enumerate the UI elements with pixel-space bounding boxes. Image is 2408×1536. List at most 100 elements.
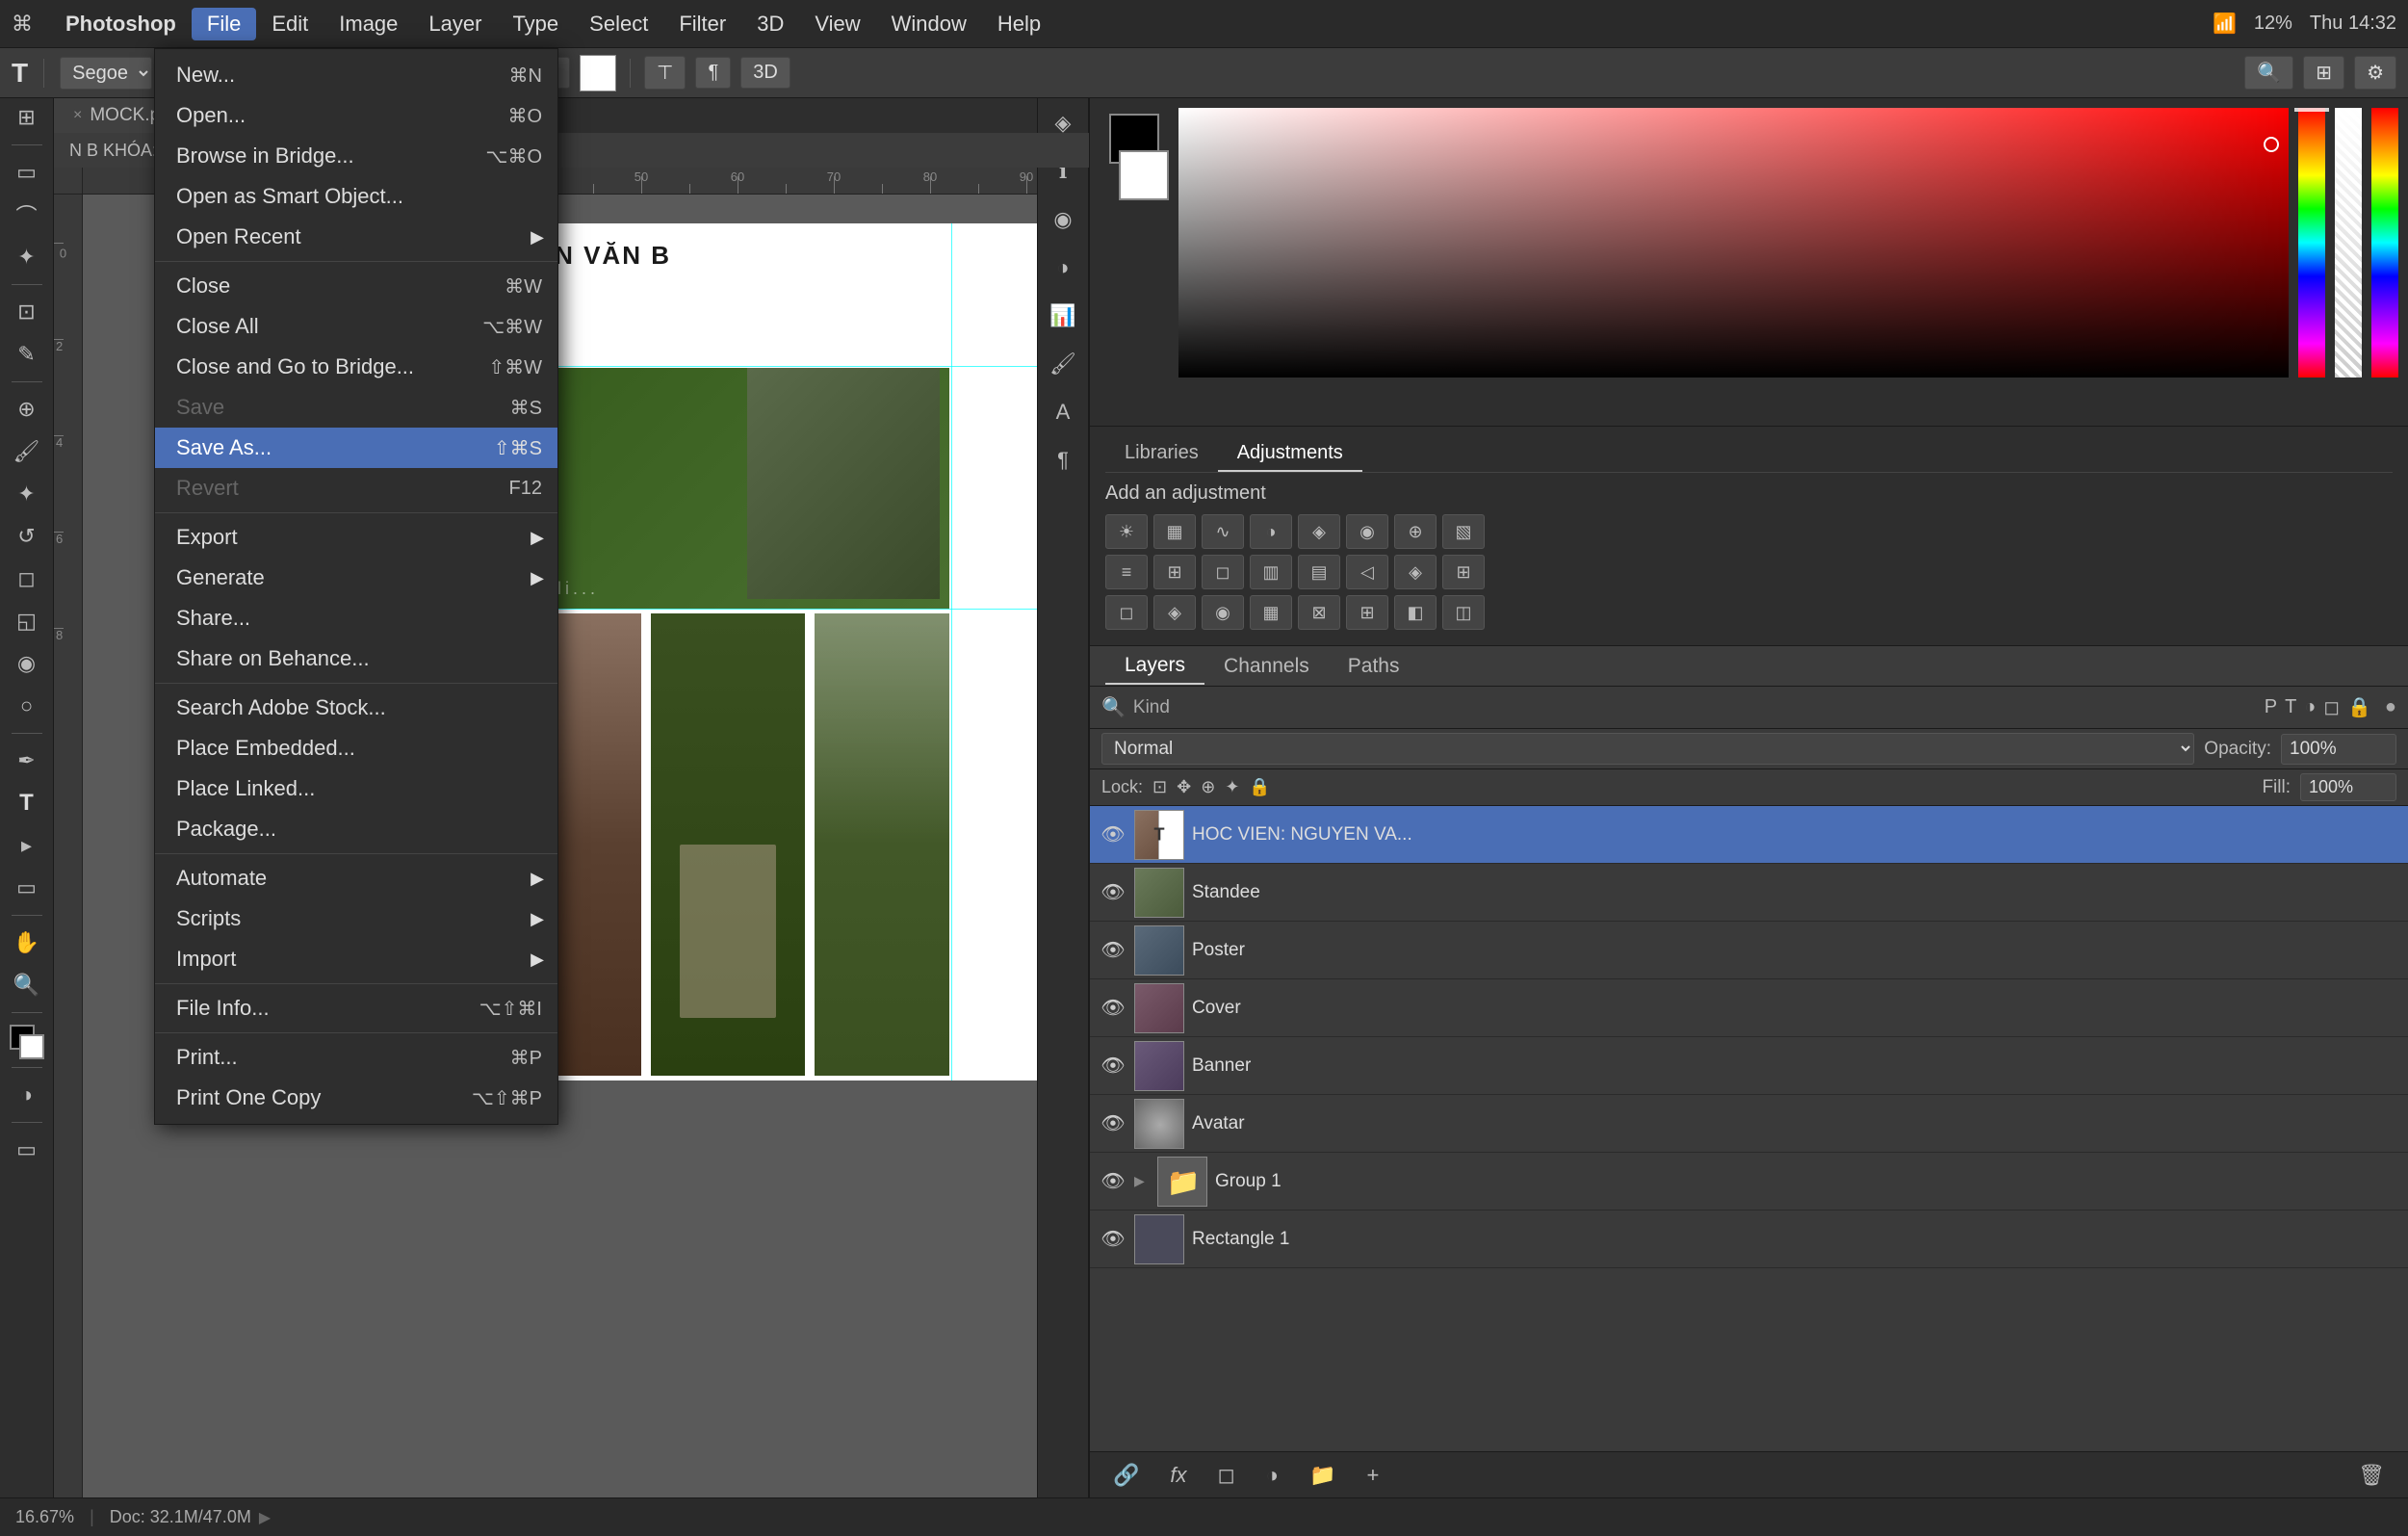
menu-item-view[interactable]: View xyxy=(799,8,875,40)
filter-icon-t[interactable]: T xyxy=(2285,696,2296,718)
brightness-contrast-adj[interactable]: ☀ xyxy=(1105,514,1148,549)
eraser-tool[interactable]: ◻ xyxy=(8,560,46,598)
lock-artboard-icon[interactable]: ⊕ xyxy=(1201,777,1215,797)
menu-open[interactable]: Open... ⌘O xyxy=(155,95,557,136)
layer-visibility-banner[interactable]: 👁 xyxy=(1100,1053,1126,1080)
layer-row-cover[interactable]: 👁 Cover xyxy=(1090,979,2408,1037)
dodge-tool[interactable]: ○ xyxy=(8,687,46,725)
menu-open-smart-object[interactable]: Open as Smart Object... xyxy=(155,176,557,217)
menu-item-layer[interactable]: Layer xyxy=(413,8,497,40)
filter-icon-smart[interactable]: 🔒 xyxy=(2347,695,2371,719)
text-color-swatch[interactable] xyxy=(580,55,616,91)
brush-tool[interactable]: 🖌 xyxy=(8,432,46,471)
pen-tool[interactable]: ✒ xyxy=(8,742,46,780)
menu-item-filter[interactable]: Filter xyxy=(663,8,741,40)
alpha-slider[interactable] xyxy=(2335,108,2362,377)
screen-mode-btn[interactable]: ▭ xyxy=(8,1131,46,1169)
layer-visibility-rectangle1[interactable]: 👁 xyxy=(1100,1226,1126,1253)
para-icon[interactable]: ¶ xyxy=(1044,441,1082,480)
adj3-2[interactable]: ◈ xyxy=(1153,595,1196,630)
menu-item-edit[interactable]: Edit xyxy=(256,8,324,40)
layer-row-poster[interactable]: 👁 Poster xyxy=(1090,922,2408,979)
menu-generate[interactable]: Generate ▶ xyxy=(155,558,557,598)
photo-filter-adj[interactable]: ▧ xyxy=(1442,514,1485,549)
layer-collapse-group1[interactable]: ▶ xyxy=(1134,1173,1150,1189)
adj3-5[interactable]: ⊠ xyxy=(1298,595,1340,630)
layer-row-avatar[interactable]: 👁 Avatar xyxy=(1090,1095,2408,1153)
menu-print[interactable]: Print... ⌘P xyxy=(155,1037,557,1078)
font-family-select[interactable]: Segoe xyxy=(60,57,152,90)
eyedropper-tool[interactable]: ✎ xyxy=(8,335,46,374)
libraries-tab[interactable]: Libraries xyxy=(1105,436,1218,472)
gradient-map-adj[interactable]: ◁ xyxy=(1346,555,1388,589)
background-color[interactable] xyxy=(19,1034,44,1059)
color-spectrum-bar[interactable] xyxy=(2371,108,2398,377)
quick-mask-btn[interactable]: ◑ xyxy=(8,1076,46,1114)
hand-tool[interactable]: ✋ xyxy=(8,924,46,962)
marquee-tool[interactable]: ▭ xyxy=(8,153,46,192)
layer-row-banner[interactable]: 👁 Banner xyxy=(1090,1037,2408,1095)
layer-visibility-standee[interactable]: 👁 xyxy=(1100,879,1126,906)
new-layer-btn[interactable]: + xyxy=(1359,1459,1387,1492)
new-group-btn[interactable]: 📁 xyxy=(1302,1459,1343,1492)
menu-import[interactable]: Import ▶ xyxy=(155,939,557,979)
menu-item-photoshop[interactable]: Photoshop xyxy=(50,8,192,40)
shape-tool[interactable]: ▭ xyxy=(8,869,46,907)
adj-icon[interactable]: ◑ xyxy=(1044,248,1082,287)
color-spectrum-box[interactable] xyxy=(1178,108,2289,377)
adjustments-tab[interactable]: Adjustments xyxy=(1218,436,1362,472)
history-brush-tool[interactable]: ↺ xyxy=(8,517,46,556)
levels-adj[interactable]: ▦ xyxy=(1153,514,1196,549)
healing-brush-tool[interactable]: ⊕ xyxy=(8,390,46,429)
hue-slider[interactable] xyxy=(2298,108,2325,377)
apple-icon[interactable]: ⌘ xyxy=(12,12,33,37)
lock-transparent-icon[interactable]: ⊡ xyxy=(1152,777,1167,797)
background-swatch[interactable] xyxy=(1119,150,1169,200)
brush-icon2[interactable]: 🖌 xyxy=(1044,345,1082,383)
selective-color-adj[interactable]: ◈ xyxy=(1394,555,1437,589)
menu-item-help[interactable]: Help xyxy=(982,8,1056,40)
lasso-tool[interactable]: ⌒ xyxy=(8,195,46,234)
menu-scripts[interactable]: Scripts ▶ xyxy=(155,898,557,939)
layer-visibility-poster[interactable]: 👁 xyxy=(1100,937,1126,964)
menu-save-as[interactable]: Save As... ⇧⌘S xyxy=(155,428,557,468)
menu-item-select[interactable]: Select xyxy=(574,8,663,40)
lock-position-icon[interactable]: ✦ xyxy=(1225,777,1239,797)
char-icon[interactable]: A xyxy=(1044,393,1082,431)
adj3-3[interactable]: ◉ xyxy=(1202,595,1244,630)
menu-item-type[interactable]: Type xyxy=(497,8,574,40)
fill-input[interactable] xyxy=(2300,773,2396,801)
menu-item-file[interactable]: File xyxy=(192,8,256,40)
delete-layer-btn[interactable]: 🗑 xyxy=(2350,1459,2393,1492)
layer-row-standee[interactable]: 👁 Standee xyxy=(1090,864,2408,922)
adj3-6[interactable]: ⊞ xyxy=(1346,595,1388,630)
layer-row-hoc-vien[interactable]: 👁 T HOC VIEN: NGUYEN VA... xyxy=(1090,806,2408,864)
menu-automate[interactable]: Automate ▶ xyxy=(155,858,557,898)
artboard-tool[interactable]: ⊞ xyxy=(8,98,46,137)
invert-adj[interactable]: ◻ xyxy=(1202,555,1244,589)
foreground-background-color[interactable] xyxy=(10,1025,44,1059)
posterize-adj[interactable]: ▥ xyxy=(1250,555,1292,589)
opacity-input[interactable] xyxy=(2281,734,2396,765)
filter-icon-layer[interactable]: ◻ xyxy=(2323,695,2340,719)
menu-place-linked[interactable]: Place Linked... xyxy=(155,768,557,809)
layers-tab[interactable]: Layers xyxy=(1105,648,1204,685)
menu-file-info[interactable]: File Info... ⌥⇧⌘I xyxy=(155,988,557,1028)
hue-saturation-adj[interactable]: ◉ xyxy=(1346,514,1388,549)
filter-icon-adj2[interactable]: ◑ xyxy=(2304,696,2316,718)
expand-arrow[interactable]: ▶ xyxy=(259,1508,271,1527)
menu-open-recent[interactable]: Open Recent ▶ xyxy=(155,217,557,257)
adj3-8[interactable]: ◫ xyxy=(1442,595,1485,630)
menu-item-image[interactable]: Image xyxy=(324,8,413,40)
color-balance-adj[interactable]: ⊕ xyxy=(1394,514,1437,549)
adj3-4[interactable]: ▦ xyxy=(1250,595,1292,630)
curves-adj[interactable]: ∿ xyxy=(1202,514,1244,549)
layer-visibility-group1[interactable]: 👁 xyxy=(1100,1168,1126,1195)
layer-visibility-avatar[interactable]: 👁 xyxy=(1100,1110,1126,1137)
menu-browse-bridge[interactable]: Browse in Bridge... ⌥⌘O xyxy=(155,136,557,176)
layer-fx-btn[interactable]: fx xyxy=(1162,1459,1194,1492)
color-lookup-adj[interactable]: ⊞ xyxy=(1153,555,1196,589)
quick-select-tool[interactable]: ✦ xyxy=(8,238,46,276)
menu-search-adobe-stock[interactable]: Search Adobe Stock... xyxy=(155,688,557,728)
menu-close-go-bridge[interactable]: Close and Go to Bridge... ⇧⌘W xyxy=(155,347,557,387)
